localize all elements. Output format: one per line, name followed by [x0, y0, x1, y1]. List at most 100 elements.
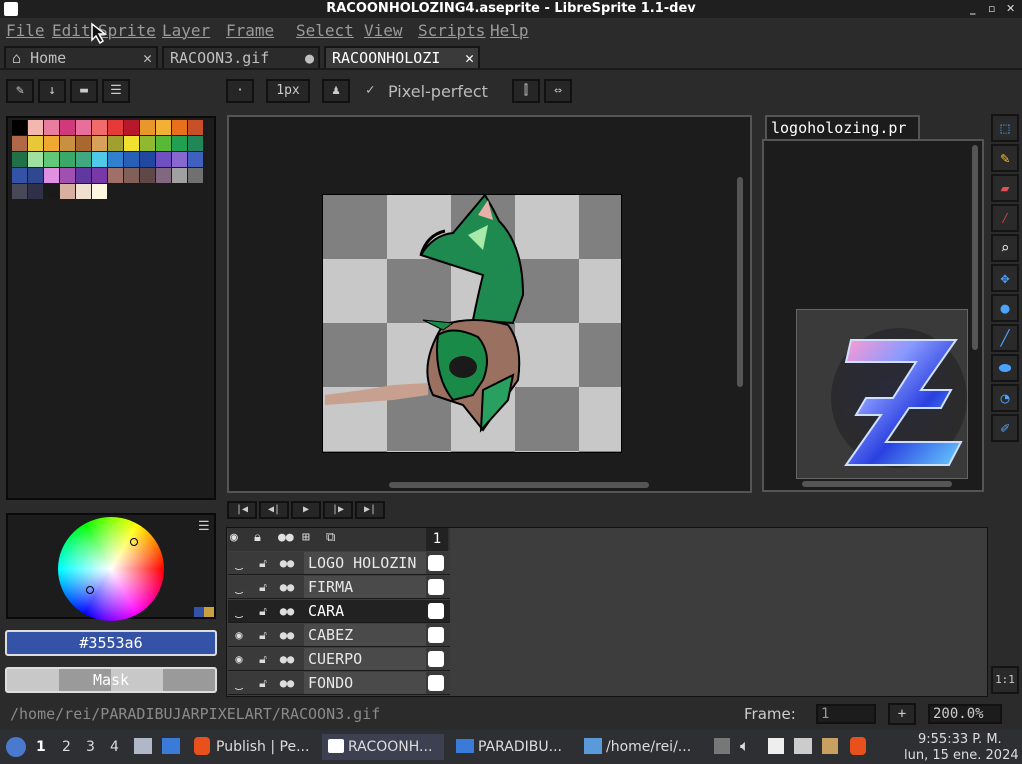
menu-select[interactable]: Select: [296, 21, 354, 40]
palette-swatch[interactable]: [12, 152, 27, 167]
unlock-icon[interactable]: 🔓︎: [252, 649, 274, 670]
bg-color-mini[interactable]: [204, 607, 214, 617]
palette-swatch[interactable]: [44, 136, 59, 151]
cel-keyframe[interactable]: [428, 555, 444, 571]
palette-swatch[interactable]: [124, 120, 139, 135]
palette-swatch[interactable]: [124, 152, 139, 167]
visibility-header-icon[interactable]: ◉: [230, 530, 238, 545]
eye-closed-icon[interactable]: ‿: [228, 553, 250, 574]
unlock-icon[interactable]: 🔓︎: [252, 625, 274, 646]
symmetry-horizontal-button[interactable]: ⇔: [544, 79, 572, 103]
palette-swatch[interactable]: [156, 136, 171, 151]
unlock-icon[interactable]: 🔓︎: [252, 553, 274, 574]
palette-swatch[interactable]: [172, 168, 187, 183]
workspace-1[interactable]: 1: [36, 734, 50, 760]
layer-row[interactable]: ‿ 🔓︎ ●● LOGO HOLOZIN: [228, 552, 450, 575]
palette-swatch[interactable]: [108, 120, 123, 135]
tab-close-icon[interactable]: ✕: [143, 48, 152, 68]
palette-swatch[interactable]: [28, 168, 43, 183]
frame-header-1[interactable]: 1: [426, 528, 448, 551]
cel-keyframe[interactable]: [428, 627, 444, 643]
sprite-canvas[interactable]: [322, 194, 622, 453]
cel-keyframe[interactable]: [428, 603, 444, 619]
palette-swatch[interactable]: [188, 168, 203, 183]
palette-swatch[interactable]: [12, 184, 27, 199]
wheel-marker-bg[interactable]: [86, 586, 94, 594]
eye-closed-icon[interactable]: ‿: [228, 673, 250, 694]
menu-file[interactable]: File: [6, 21, 45, 40]
layer-row[interactable]: ◉ 🔓︎ ●● CUERPO: [228, 648, 450, 671]
unlock-icon[interactable]: 🔓︎: [252, 577, 274, 598]
fg-color-mini[interactable]: [194, 607, 204, 617]
start-menu-icon[interactable]: [6, 737, 26, 757]
layer-name[interactable]: CUERPO: [304, 648, 426, 670]
palette-swatch[interactable]: [28, 120, 43, 135]
canvas-vscroll[interactable]: [737, 177, 743, 387]
layer-name[interactable]: FONDO: [304, 672, 426, 694]
palette-swatch[interactable]: [172, 152, 187, 167]
menu-scripts[interactable]: Scripts: [418, 21, 485, 40]
color-wheel[interactable]: [58, 517, 164, 621]
continuous-icon[interactable]: ●●: [276, 601, 298, 622]
continuous-icon[interactable]: ●●: [276, 625, 298, 646]
layer-row[interactable]: ‿ 🔓︎ ●● FIRMA: [228, 576, 450, 599]
onion-header-icon[interactable]: ●●: [278, 530, 294, 545]
tab-modified-icon[interactable]: ●: [305, 48, 314, 68]
taskbar-item-folder[interactable]: PARADIBU...: [478, 734, 574, 760]
play-button[interactable]: ▶: [291, 501, 321, 519]
spray-tool-icon[interactable]: ✐: [991, 414, 1019, 442]
rectangular-marquee-tool-icon[interactable]: ⬚: [991, 114, 1019, 142]
palette-swatch[interactable]: [44, 184, 59, 199]
workspace-2[interactable]: 2: [62, 734, 76, 760]
wheel-marker-fg[interactable]: [130, 538, 138, 546]
palette-options-button[interactable]: ☰: [102, 79, 130, 103]
minimize-button[interactable]: _: [970, 0, 976, 18]
palette-swatch[interactable]: [156, 120, 171, 135]
palette-swatch[interactable]: [76, 184, 91, 199]
last-frame-button[interactable]: ▶|: [355, 501, 385, 519]
menu-edit[interactable]: Edit: [52, 21, 91, 40]
ellipse-tool-icon[interactable]: ⬬: [991, 354, 1019, 382]
palette-swatch[interactable]: [140, 120, 155, 135]
tab-racoon3[interactable]: RACOON3.gif ●: [162, 46, 320, 68]
palette-swatch[interactable]: [188, 136, 203, 151]
layer-name[interactable]: CARA: [304, 600, 426, 622]
tab-home[interactable]: ⌂ Home ✕: [4, 46, 158, 68]
palette-swatch[interactable]: [28, 152, 43, 167]
tray-eject-icon[interactable]: [714, 738, 730, 754]
palette-swatch[interactable]: [60, 184, 75, 199]
cel-keyframe[interactable]: [428, 651, 444, 667]
taskbar-item-browser[interactable]: Publish | Pe...: [216, 734, 312, 760]
palette-swatch[interactable]: [108, 168, 123, 183]
unlock-icon[interactable]: 🔓︎: [252, 601, 274, 622]
palette-swatch[interactable]: [60, 136, 75, 151]
cel-keyframe[interactable]: [428, 675, 444, 691]
canvas-hscroll[interactable]: [389, 482, 649, 488]
eyedropper-tool-icon[interactable]: ⁄: [991, 204, 1019, 232]
frame-input[interactable]: 1: [816, 704, 876, 724]
palette-swatch[interactable]: [188, 152, 203, 167]
add-frame-button[interactable]: +: [888, 703, 916, 725]
palette-swatch[interactable]: [124, 136, 139, 151]
menu-frame[interactable]: Frame: [226, 21, 274, 40]
eye-open-icon[interactable]: ◉: [228, 649, 250, 670]
palette-swatch[interactable]: [44, 168, 59, 183]
preview-panel[interactable]: [762, 139, 984, 492]
layer-name[interactable]: FIRMA: [304, 576, 426, 598]
eye-closed-icon[interactable]: ‿: [228, 577, 250, 598]
brave-tray-icon[interactable]: [850, 737, 866, 755]
maximize-button[interactable]: ▫: [988, 0, 995, 18]
brush-size-field[interactable]: 1px: [266, 79, 310, 103]
workspace-3[interactable]: 3: [86, 734, 100, 760]
taskbar-item-image[interactable]: /home/rei/...: [606, 734, 702, 760]
zoom-input[interactable]: 200.0%: [928, 704, 1002, 724]
palette-swatch[interactable]: [92, 184, 107, 199]
tab-racoonholozing[interactable]: RACOONHOLOZI ✕: [324, 46, 480, 68]
symmetry-vertical-button[interactable]: ⫿: [512, 79, 540, 103]
ink-type-button[interactable]: ♟: [322, 79, 350, 103]
palette-swatch[interactable]: [92, 136, 107, 151]
pixel-perfect-checkbox[interactable]: ✓: [366, 82, 374, 98]
palette-swatch[interactable]: [12, 136, 27, 151]
wheel-options-icon[interactable]: ☰: [198, 519, 210, 534]
desktop-launcher-icon[interactable]: [162, 738, 180, 754]
